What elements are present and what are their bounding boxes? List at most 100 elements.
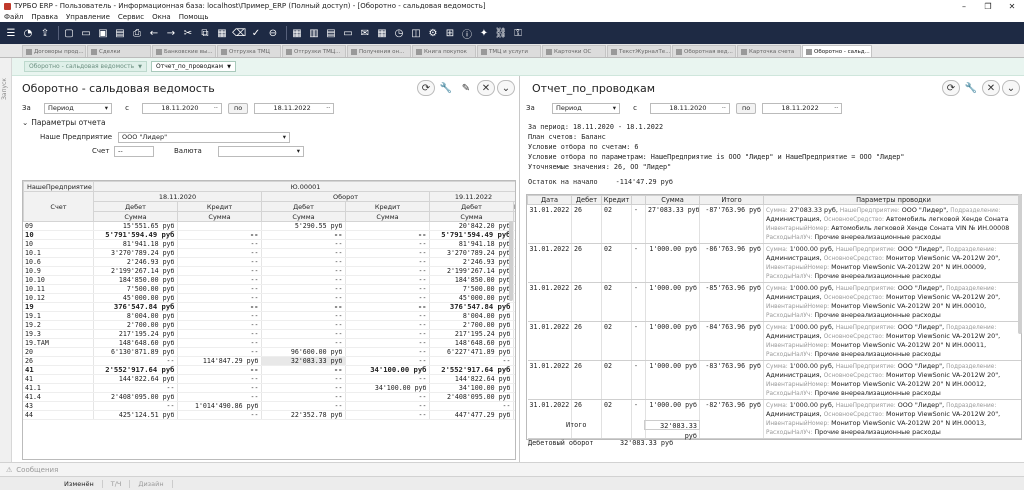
to-button[interactable]: по: [228, 102, 249, 114]
period-select[interactable]: Период ▾: [552, 102, 620, 114]
grid-scrollbar[interactable]: [509, 221, 513, 301]
inbox-icon[interactable]: ▭: [341, 26, 355, 40]
date-to-field[interactable]: 18.11.2022 ··: [254, 102, 335, 114]
date-from-field[interactable]: 18.11.2020 ··: [142, 102, 222, 114]
col-date[interactable]: Дата: [527, 195, 572, 205]
export-icon[interactable]: ⇪: [38, 26, 52, 40]
key-icon[interactable]: ⚿: [511, 26, 525, 40]
table-row[interactable]: 10.10 184'850.00 руб -- -- -- 184'850.00 руб: [23, 275, 515, 285]
date-from-field[interactable]: 18.11.2020 ··: [650, 102, 730, 114]
save-icon[interactable]: ▣: [96, 26, 110, 40]
cut-icon[interactable]: ✂: [181, 26, 195, 40]
restore-icon[interactable]: ❐: [976, 2, 1000, 11]
doc-tab[interactable]: ТМЦ и услуги: [477, 45, 541, 57]
link-icon[interactable]: ⛓: [494, 26, 508, 40]
report-icon[interactable]: ▥: [307, 26, 321, 40]
table-row[interactable]: 44 425'124.51 руб -- 22'352.78 руб -- 447'477…: [23, 410, 515, 420]
forward-icon[interactable]: →: [164, 26, 178, 40]
menu-file[interactable]: Файл: [4, 13, 23, 21]
doc-tab[interactable]: Книга покупок: [412, 45, 476, 57]
minus-circle-icon[interactable]: ⊖: [266, 26, 280, 40]
col-sum[interactable]: Сумма: [645, 195, 700, 205]
table-row[interactable]: 10.12 45'000.00 руб -- -- -- 45'000.00 руб: [23, 293, 515, 303]
table-row[interactable]: 26 -- 114'847.29 руб 32'083.33 руб -- --: [23, 356, 515, 366]
table-row[interactable]: 41 144'822.64 руб -- -- -- 144'822.64 руб: [23, 374, 515, 384]
table-row[interactable]: 10.1 3'270'789.24 руб -- -- -- 3'270'789.24 р…: [23, 248, 515, 258]
table-row[interactable]: 19.1 8'004.00 руб -- -- -- 8'004.00 руб: [23, 311, 515, 321]
calculator-icon[interactable]: ▦: [290, 26, 304, 40]
hamburger-icon[interactable]: ☰: [4, 26, 18, 40]
doc-tab[interactable]: Договоры прод...: [22, 45, 86, 57]
open-folder-icon[interactable]: ▭: [79, 26, 93, 40]
close-icon[interactable]: ✕: [1000, 2, 1024, 11]
paint-icon[interactable]: ✎: [457, 80, 475, 96]
messages-bar[interactable]: ⚠ Сообщения: [0, 462, 1024, 476]
doc-tab[interactable]: Отгрузка ТМЦ: [217, 45, 281, 57]
date-to-field[interactable]: 18.11.2022 ··: [762, 102, 843, 114]
doc-tab-active[interactable]: Оборотно - сальд...: [802, 45, 872, 57]
menu-service[interactable]: Сервис: [118, 13, 144, 21]
params-section[interactable]: ⌄ Параметры отчета: [12, 116, 519, 128]
doc-tab[interactable]: Карточки ОС: [542, 45, 606, 57]
table-row[interactable]: 20 6'130'871.89 руб -- 96'600.00 руб -- 6'227…: [23, 347, 515, 357]
structure-icon[interactable]: ⊞: [443, 26, 457, 40]
table-row[interactable]: 10.9 2'199'267.14 руб -- -- -- 2'199'267.14 р…: [23, 266, 515, 276]
close-icon[interactable]: ✕: [982, 80, 1000, 96]
col-debit[interactable]: Дебет: [571, 195, 602, 205]
back-icon[interactable]: ←: [147, 26, 161, 40]
table-row[interactable]: 31.01.2022 26 02-27'083.33 руб -87'763.96 р…: [527, 204, 1021, 244]
to-button[interactable]: по: [736, 102, 757, 114]
save-all-icon[interactable]: ▤: [113, 26, 127, 40]
table-row[interactable]: 09 15'551.65 руб 5'290.55 руб 20'842.20 руб: [23, 222, 515, 231]
new-document-icon[interactable]: ▢: [62, 26, 76, 40]
table-row[interactable]: 19 376'547.84 руб -- -- -- 376'547.84 руб: [23, 302, 515, 312]
close-icon[interactable]: ✕: [477, 80, 495, 96]
doc-tab[interactable]: Отгрузки ТМЦ...: [282, 45, 346, 57]
table-row[interactable]: 10 5'791'594.49 руб -- -- -- 5'791'594.49 руб: [23, 230, 515, 240]
subtab-postings[interactable]: Отчет_по_проводкам ▼: [150, 61, 236, 72]
period-select[interactable]: Период ▾: [44, 102, 112, 114]
table-row[interactable]: 41.4 2'408'095.00 руб -- -- -- 2'408'095.00 р…: [23, 392, 515, 402]
info-icon[interactable]: ⓘ: [460, 26, 474, 41]
currency-select[interactable]: ▾: [218, 145, 304, 157]
journal-icon[interactable]: ▤: [324, 26, 338, 40]
col-mark[interactable]: [631, 195, 646, 205]
doc-tab[interactable]: Сделки: [87, 45, 151, 57]
refresh-icon[interactable]: ⟳: [942, 80, 960, 96]
table-row[interactable]: 10 81'941.18 руб -- -- -- 81'941.18 руб: [23, 239, 515, 249]
menu-windows[interactable]: Окна: [152, 13, 171, 21]
table-row[interactable]: 10.6 2'246.93 руб -- -- -- 2'246.93 руб: [23, 257, 515, 267]
table-row[interactable]: 41.1 -- -- -- 34'100.00 руб 34'100.00 руб: [23, 383, 515, 393]
mail-icon[interactable]: ✉: [358, 26, 372, 40]
header-company[interactable]: НашеПредприятие: [23, 181, 94, 192]
chevron-down-icon[interactable]: ⌄: [497, 80, 515, 96]
paste-icon[interactable]: ▦: [215, 26, 229, 40]
table-row[interactable]: 41 2'552'917.64 руб -- -- 34'100.00 руб 2'552…: [23, 365, 515, 375]
table-row[interactable]: 31.01.2022 26 02-1'000.00 руб -84'763.96 ру…: [527, 321, 1021, 361]
minimize-icon[interactable]: –: [952, 2, 976, 11]
doc-tab[interactable]: Оборотная вед...: [672, 45, 736, 57]
menu-manage[interactable]: Управление: [66, 13, 110, 21]
puzzle-icon[interactable]: ✦: [477, 26, 491, 40]
header-account[interactable]: Счет: [23, 191, 94, 222]
menu-edit[interactable]: Правка: [31, 13, 58, 21]
table-row[interactable]: 31.01.2022 26 02-1'000.00 руб -83'763.96 ру…: [527, 360, 1021, 400]
doc-tab[interactable]: Банковские вы...: [152, 45, 216, 57]
clock-icon[interactable]: ◷: [392, 26, 406, 40]
calendar-icon[interactable]: ▦: [375, 26, 389, 40]
refresh-icon[interactable]: ⟳: [417, 80, 435, 96]
postings-table[interactable]: Дата Дебет Кредит Сумма Итого Параметры …: [526, 194, 1022, 440]
table-row[interactable]: 43 -- 1'014'490.86 руб -- -- --: [23, 401, 515, 411]
left-rail-label[interactable]: Запуск: [1, 78, 8, 100]
table-row[interactable]: 31.01.2022 26 02-1'000.00 руб -86'763.96 ру…: [527, 243, 1021, 283]
settings-icon[interactable]: ⚙: [426, 26, 440, 40]
table-row[interactable]: 19.2 2'700.00 руб -- -- -- 2'700.00 руб: [23, 320, 515, 330]
copy-icon[interactable]: ⧉: [198, 26, 212, 40]
col-total[interactable]: Итого: [699, 195, 764, 205]
table-row[interactable]: 19.3 217'195.24 руб -- -- -- 217'195.24 руб: [23, 329, 515, 339]
menu-help[interactable]: Помощь: [179, 13, 209, 21]
table-row[interactable]: 19.ТАМ 148'648.60 руб -- -- -- 148'648.60 руб: [23, 338, 515, 348]
chevron-down-icon[interactable]: ⌄: [1002, 80, 1020, 96]
postings-scrollbar[interactable]: [1018, 194, 1022, 334]
company-select[interactable]: ООО "Лидер" ▾: [118, 131, 290, 143]
